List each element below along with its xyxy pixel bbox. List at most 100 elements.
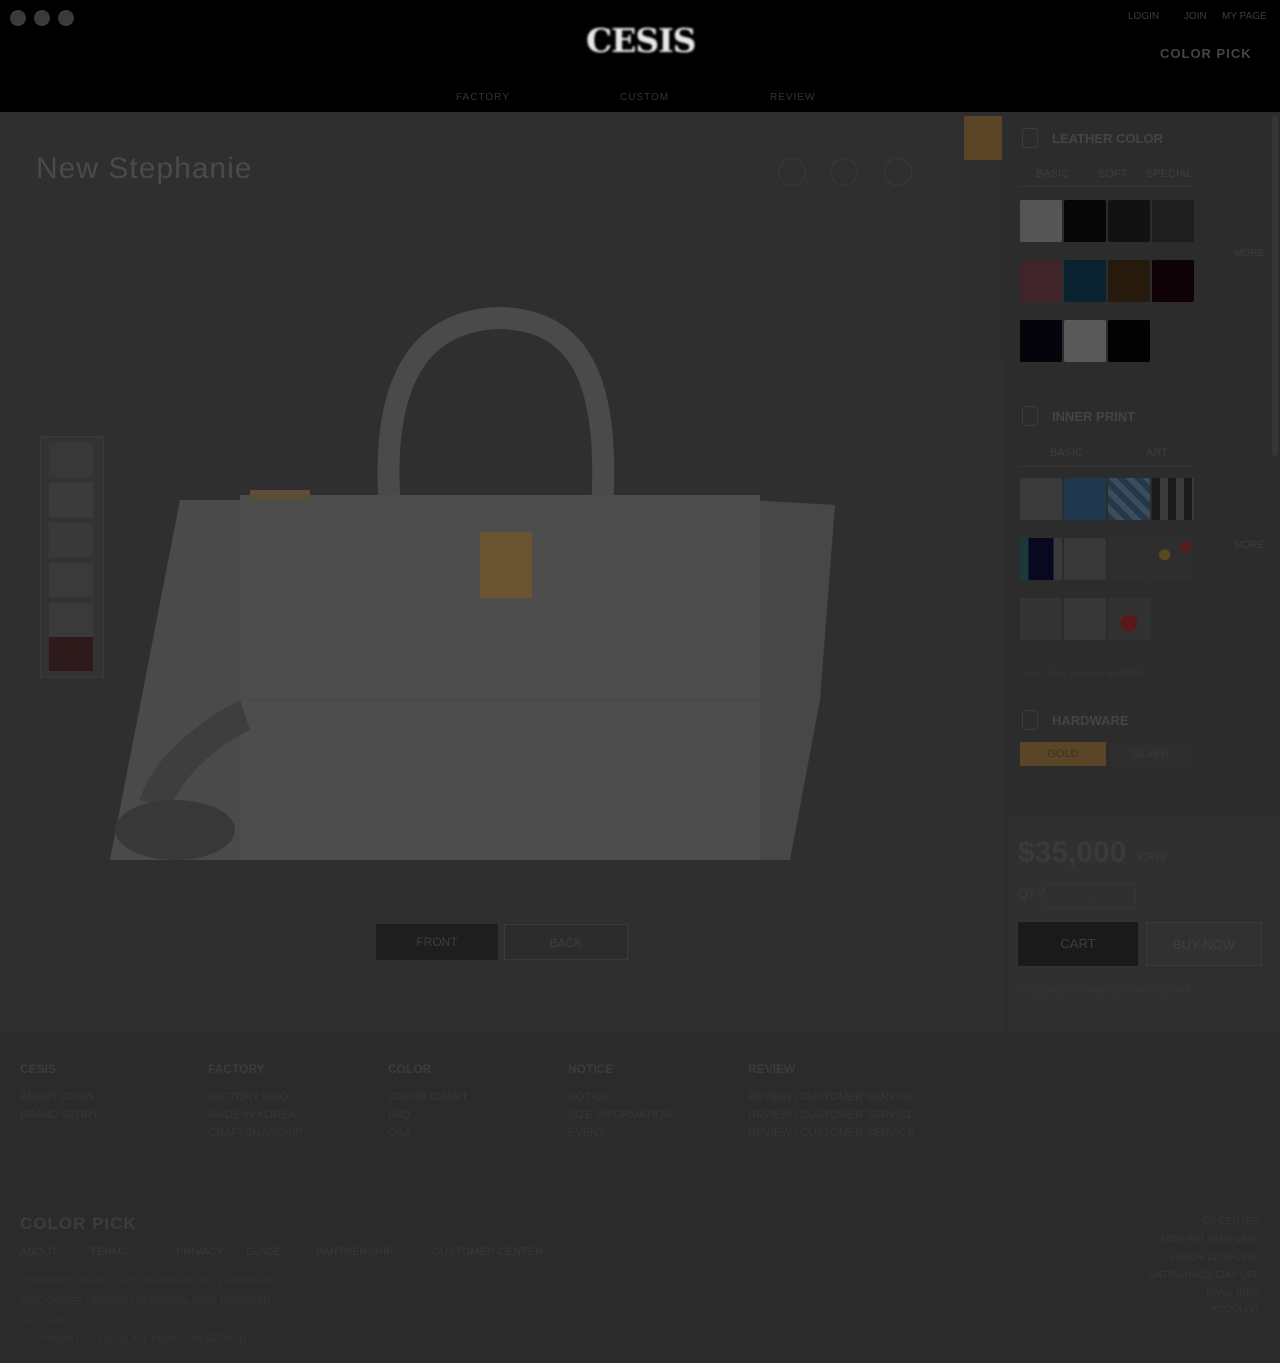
mypage-link[interactable]: MY PAGE <box>1222 11 1267 22</box>
footer-link-terms[interactable]: TERMS <box>90 1246 129 1258</box>
footer-link[interactable]: FAQ <box>388 1106 410 1124</box>
leather-swatch[interactable] <box>1152 260 1194 302</box>
footer-col-heading: NOTICE <box>568 1062 614 1076</box>
facebook-icon[interactable] <box>10 10 26 26</box>
footer-link[interactable]: EVENT <box>568 1124 605 1142</box>
inner-print-swatch[interactable] <box>1064 538 1106 580</box>
inner-print-swatch[interactable] <box>1020 598 1062 640</box>
footer-link[interactable]: REVIEW / CUSTOMER SERVICE <box>748 1088 914 1106</box>
hardware-gold-button[interactable]: GOLD <box>1020 742 1106 766</box>
add-to-cart-button[interactable]: CART <box>1018 922 1138 966</box>
inner-print-swatch[interactable] <box>1064 478 1106 520</box>
inner-print-swatch[interactable] <box>1152 538 1194 580</box>
leather-option-icon[interactable] <box>964 116 1002 160</box>
shipping-note: Shipping info available on checkout <box>1018 984 1191 996</box>
hardware-icon <box>1022 710 1038 730</box>
inner-print-swatch[interactable] <box>1108 478 1150 520</box>
quantity-input[interactable]: 1 <box>1044 884 1136 908</box>
footer-cs-title: CS CENTER <box>1202 1216 1260 1227</box>
thumbnail-front[interactable] <box>49 443 93 477</box>
footer-link[interactable]: REVIEW / CUSTOMER SERVICE <box>748 1106 914 1124</box>
share-icon[interactable] <box>830 158 858 186</box>
panel-scrollbar[interactable] <box>1272 116 1278 456</box>
hardware-option-icon[interactable] <box>964 216 1002 260</box>
footer-link-partnership[interactable]: PARTNERSHIP <box>316 1246 393 1258</box>
brand-name[interactable]: COLOR PICK <box>1160 46 1252 61</box>
leather-tab-basic[interactable]: BASIC <box>1036 168 1069 180</box>
thumbnail-back[interactable] <box>49 563 93 597</box>
option-strip <box>962 112 1004 360</box>
leather-swatch[interactable] <box>1020 320 1062 362</box>
leather-swatch[interactable] <box>1020 260 1062 302</box>
back-view-button[interactable]: BACK <box>504 924 628 960</box>
login-link[interactable]: LOGIN <box>1128 11 1159 22</box>
inner-more-link[interactable]: MORE <box>1234 540 1264 551</box>
footer-link[interactable]: ABOUT CESIS <box>20 1088 94 1106</box>
inner-print-swatch[interactable] <box>1020 478 1062 520</box>
footer-link[interactable]: REVIEW / CUSTOMER SERVICE <box>748 1124 914 1142</box>
thumbnail-inner[interactable] <box>49 637 93 671</box>
inner-print-swatch[interactable] <box>1108 598 1150 640</box>
footer-copyright: COPYRIGHT (C) CESIS ALL RIGHTS RESERVED <box>20 1334 247 1345</box>
leather-swatch[interactable] <box>1020 200 1062 242</box>
footer-cs-off: SAT/SUN/HOLIDAY OFF <box>1148 1270 1260 1281</box>
footer-link[interactable]: SIZE INFORMATION <box>568 1106 672 1124</box>
strap-option-icon[interactable] <box>964 266 1002 310</box>
leather-tab-special[interactable]: SPECIAL <box>1146 168 1192 180</box>
footer-link-customer-center[interactable]: CUSTOMER CENTER <box>432 1246 543 1258</box>
quantity-label: QTY <box>1018 886 1045 901</box>
thumbnail-top[interactable] <box>49 523 93 557</box>
leather-swatch[interactable] <box>1108 320 1150 362</box>
leather-tab-soft[interactable]: SOFT <box>1098 168 1127 180</box>
reset-icon[interactable] <box>884 158 912 186</box>
nav-review[interactable]: REVIEW <box>770 92 815 103</box>
footer-link[interactable]: CRAFTSMANSHIP <box>208 1124 302 1142</box>
thumbnail-detail[interactable] <box>49 603 93 637</box>
instagram-icon[interactable] <box>34 10 50 26</box>
zoom-icon[interactable] <box>778 158 806 186</box>
footer-brand: COLOR PICK <box>20 1214 137 1233</box>
footer-col-heading: CESIS <box>20 1062 57 1076</box>
footer-license-info: MAIL-ORDER LICENSE | PERSONAL INFO MANAG… <box>20 1296 271 1307</box>
join-link[interactable]: JOIN <box>1184 11 1207 22</box>
inner-print-swatch[interactable] <box>1108 538 1150 580</box>
inner-option-icon[interactable] <box>964 166 1002 210</box>
nav-factory[interactable]: FACTORY <box>456 92 510 103</box>
leather-swatch[interactable] <box>1152 200 1194 242</box>
footer-link[interactable]: MADE IN KOREA <box>208 1106 295 1124</box>
leather-swatch[interactable] <box>1108 260 1150 302</box>
footer-col-heading: REVIEW <box>748 1062 796 1076</box>
footer-link-privacy[interactable]: PRIVACY <box>176 1246 223 1258</box>
footer-cs-hours: MON-FRI 10:00-18:00 <box>1161 1234 1260 1245</box>
front-view-button[interactable]: FRONT <box>376 924 498 960</box>
blog-icon[interactable] <box>58 10 74 26</box>
buy-now-button[interactable]: BUY NOW <box>1146 922 1262 966</box>
footer-bank-account: ACCOUNT <box>1210 1304 1260 1315</box>
initial-option-icon[interactable] <box>964 316 1002 360</box>
inner-print-swatch[interactable] <box>1152 478 1194 520</box>
leather-swatch[interactable] <box>1064 200 1106 242</box>
footer-link[interactable]: BRAND STORY <box>20 1106 99 1124</box>
footer-bank-title: BANK INFO <box>1206 1288 1260 1299</box>
bag-preview-image <box>110 306 835 860</box>
hardware-silver-button[interactable]: SILVER <box>1110 742 1190 766</box>
footer-link[interactable]: NOTICE <box>568 1088 610 1106</box>
inner-print-swatch[interactable] <box>1020 538 1062 580</box>
nav-custom[interactable]: CUSTOM <box>620 92 669 103</box>
logo[interactable]: CESIS <box>586 24 698 58</box>
leather-tab-underline <box>1020 186 1192 187</box>
footer-link[interactable]: COLOR CHART <box>388 1088 468 1106</box>
inner-tab-basic[interactable]: BASIC <box>1050 447 1083 459</box>
footer-link[interactable]: Q&A <box>388 1124 411 1142</box>
inner-print-swatch[interactable] <box>1064 598 1106 640</box>
footer-link[interactable]: FACTORY INFO <box>208 1088 289 1106</box>
inner-tab-art[interactable]: ART <box>1146 447 1168 459</box>
leather-swatch[interactable] <box>1108 200 1150 242</box>
leather-more-link[interactable]: MORE <box>1234 248 1264 259</box>
hardware-section-title: HARDWARE <box>1052 713 1129 728</box>
footer-link-guide[interactable]: GUIDE <box>246 1246 281 1258</box>
thumbnail-side[interactable] <box>49 483 93 517</box>
leather-swatch[interactable] <box>1064 320 1106 362</box>
leather-swatch[interactable] <box>1064 260 1106 302</box>
footer-link-about[interactable]: ABOUT <box>20 1246 58 1258</box>
